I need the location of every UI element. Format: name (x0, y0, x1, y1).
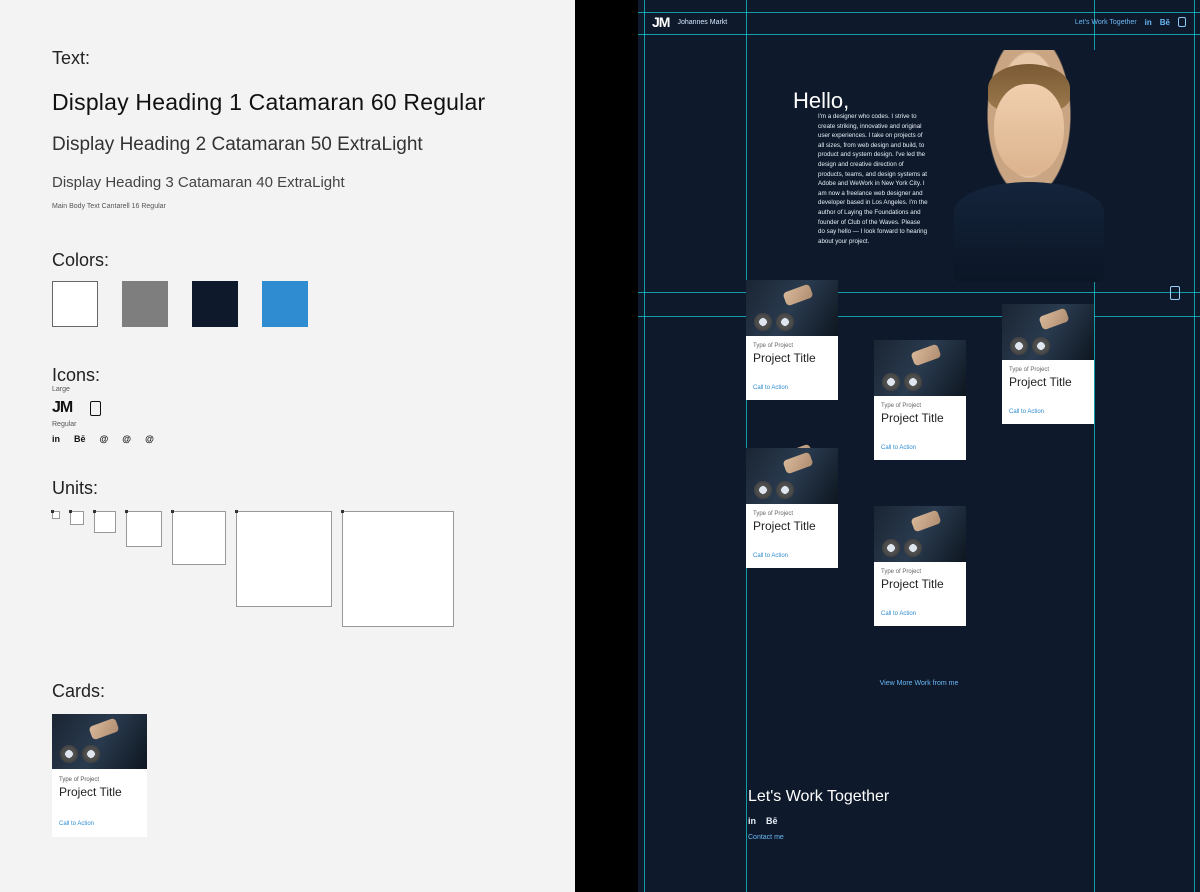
nav-behance-icon[interactable]: Bē (1160, 18, 1170, 27)
project-title: Project Title (753, 519, 831, 533)
project-title: Project Title (881, 577, 959, 591)
text-section-label: Text: (52, 48, 523, 69)
project-title: Project Title (753, 351, 831, 365)
swatch-white (52, 281, 98, 327)
icons-large-label: Large (52, 386, 523, 393)
project-image (1002, 304, 1094, 360)
guide-vertical (644, 0, 645, 892)
project-cta[interactable]: Call to Action (753, 553, 831, 559)
footer-behance-icon[interactable]: Bē (766, 816, 778, 826)
project-type: Type of Project (753, 343, 831, 349)
card-sample-title: Project Title (59, 785, 140, 799)
unit-2 (70, 511, 84, 525)
project-title: Project Title (1009, 375, 1087, 389)
project-card[interactable]: Type of Project Project Title Call to Ac… (874, 340, 966, 460)
icons-section-label: Icons: (52, 365, 523, 386)
footer-linkedin-icon[interactable]: in (748, 816, 756, 826)
project-title: Project Title (881, 411, 959, 425)
cards-section-label: Cards: (52, 681, 523, 702)
nav-logo-icon[interactable]: JM (652, 14, 669, 30)
nav-name: Johannes Markt (677, 19, 727, 26)
unit-3 (94, 511, 116, 533)
device-outline-icon (90, 401, 101, 416)
color-swatches (52, 281, 523, 327)
at-icon-2: @ (122, 434, 131, 444)
project-card[interactable]: Type of Project Project Title Call to Ac… (874, 506, 966, 626)
behance-icon: Bē (74, 434, 86, 444)
heading-1-spec: Display Heading 1 Catamaran 60 Regular (52, 89, 523, 116)
jm-logo-icon: JM (52, 399, 72, 417)
project-card[interactable]: Type of Project Project Title Call to Ac… (1002, 304, 1094, 424)
card-sample-type: Type of Project (59, 777, 140, 783)
card-sample-cta[interactable]: Call to Action (59, 821, 140, 827)
project-type: Type of Project (1009, 367, 1087, 373)
at-icon-1: @ (100, 434, 109, 444)
footer: Let's Work Together in Bē Contact me (748, 788, 889, 841)
project-image (746, 280, 838, 336)
guide-vertical (1194, 0, 1195, 892)
swatch-navy (192, 281, 238, 327)
unit-7 (342, 511, 454, 627)
project-cta[interactable]: Call to Action (753, 385, 831, 391)
body-text-spec: Main Body Text Cantarell 16 Regular (52, 203, 523, 210)
project-image (746, 448, 838, 504)
at-icon-3: @ (145, 434, 154, 444)
linkedin-icon: in (52, 434, 60, 444)
heading-3-spec: Display Heading 3 Catamaran 40 ExtraLigh… (52, 174, 523, 191)
unit-1 (52, 511, 60, 519)
footer-heading: Let's Work Together (748, 788, 889, 806)
swatch-blue (262, 281, 308, 327)
styleguide-artboard: Text: Display Heading 1 Catamaran 60 Reg… (0, 0, 575, 892)
nav-cta-link[interactable]: Let's Work Together (1075, 19, 1137, 26)
units-section-label: Units: (52, 478, 523, 499)
view-more-link[interactable]: View More Work from me (638, 680, 1200, 687)
hero-hello: Hello, (793, 88, 849, 114)
unit-5 (172, 511, 226, 565)
project-type: Type of Project (881, 403, 959, 409)
swatch-gray (122, 281, 168, 327)
card-sample-image (52, 714, 147, 769)
guide-horizontal (638, 34, 1200, 35)
nav-device-icon[interactable] (1178, 17, 1186, 27)
footer-contact-link[interactable]: Contact me (748, 834, 889, 841)
card-sample: Type of Project Project Title Call to Ac… (52, 714, 147, 837)
hero-bio: I'm a designer who codes. I strive to cr… (818, 112, 928, 247)
unit-6 (236, 511, 332, 607)
project-card[interactable]: Type of Project Project Title Call to Ac… (746, 448, 838, 568)
project-cta[interactable]: Call to Action (1009, 409, 1087, 415)
heading-2-spec: Display Heading 2 Catamaran 50 ExtraLigh… (52, 134, 523, 156)
floating-device-icon[interactable] (1170, 286, 1180, 300)
website-artboard: JM Johannes Markt Let's Work Together in… (638, 0, 1200, 892)
icons-regular-label: Regular (52, 421, 523, 428)
projects-grid: Type of Project Project Title Call to Ac… (746, 280, 1100, 692)
unit-4 (126, 511, 162, 547)
top-nav: JM Johannes Markt Let's Work Together in… (652, 14, 1186, 30)
colors-section-label: Colors: (52, 250, 523, 271)
project-type: Type of Project (881, 569, 959, 575)
project-card[interactable]: Type of Project Project Title Call to Ac… (746, 280, 838, 400)
project-cta[interactable]: Call to Action (881, 611, 959, 617)
guide-horizontal (638, 12, 1200, 13)
hero-portrait (944, 50, 1114, 282)
nav-linkedin-icon[interactable]: in (1145, 18, 1152, 27)
project-image (874, 506, 966, 562)
artboard-gap (575, 0, 638, 892)
units-row (52, 511, 523, 627)
project-image (874, 340, 966, 396)
project-cta[interactable]: Call to Action (881, 445, 959, 451)
project-type: Type of Project (753, 511, 831, 517)
